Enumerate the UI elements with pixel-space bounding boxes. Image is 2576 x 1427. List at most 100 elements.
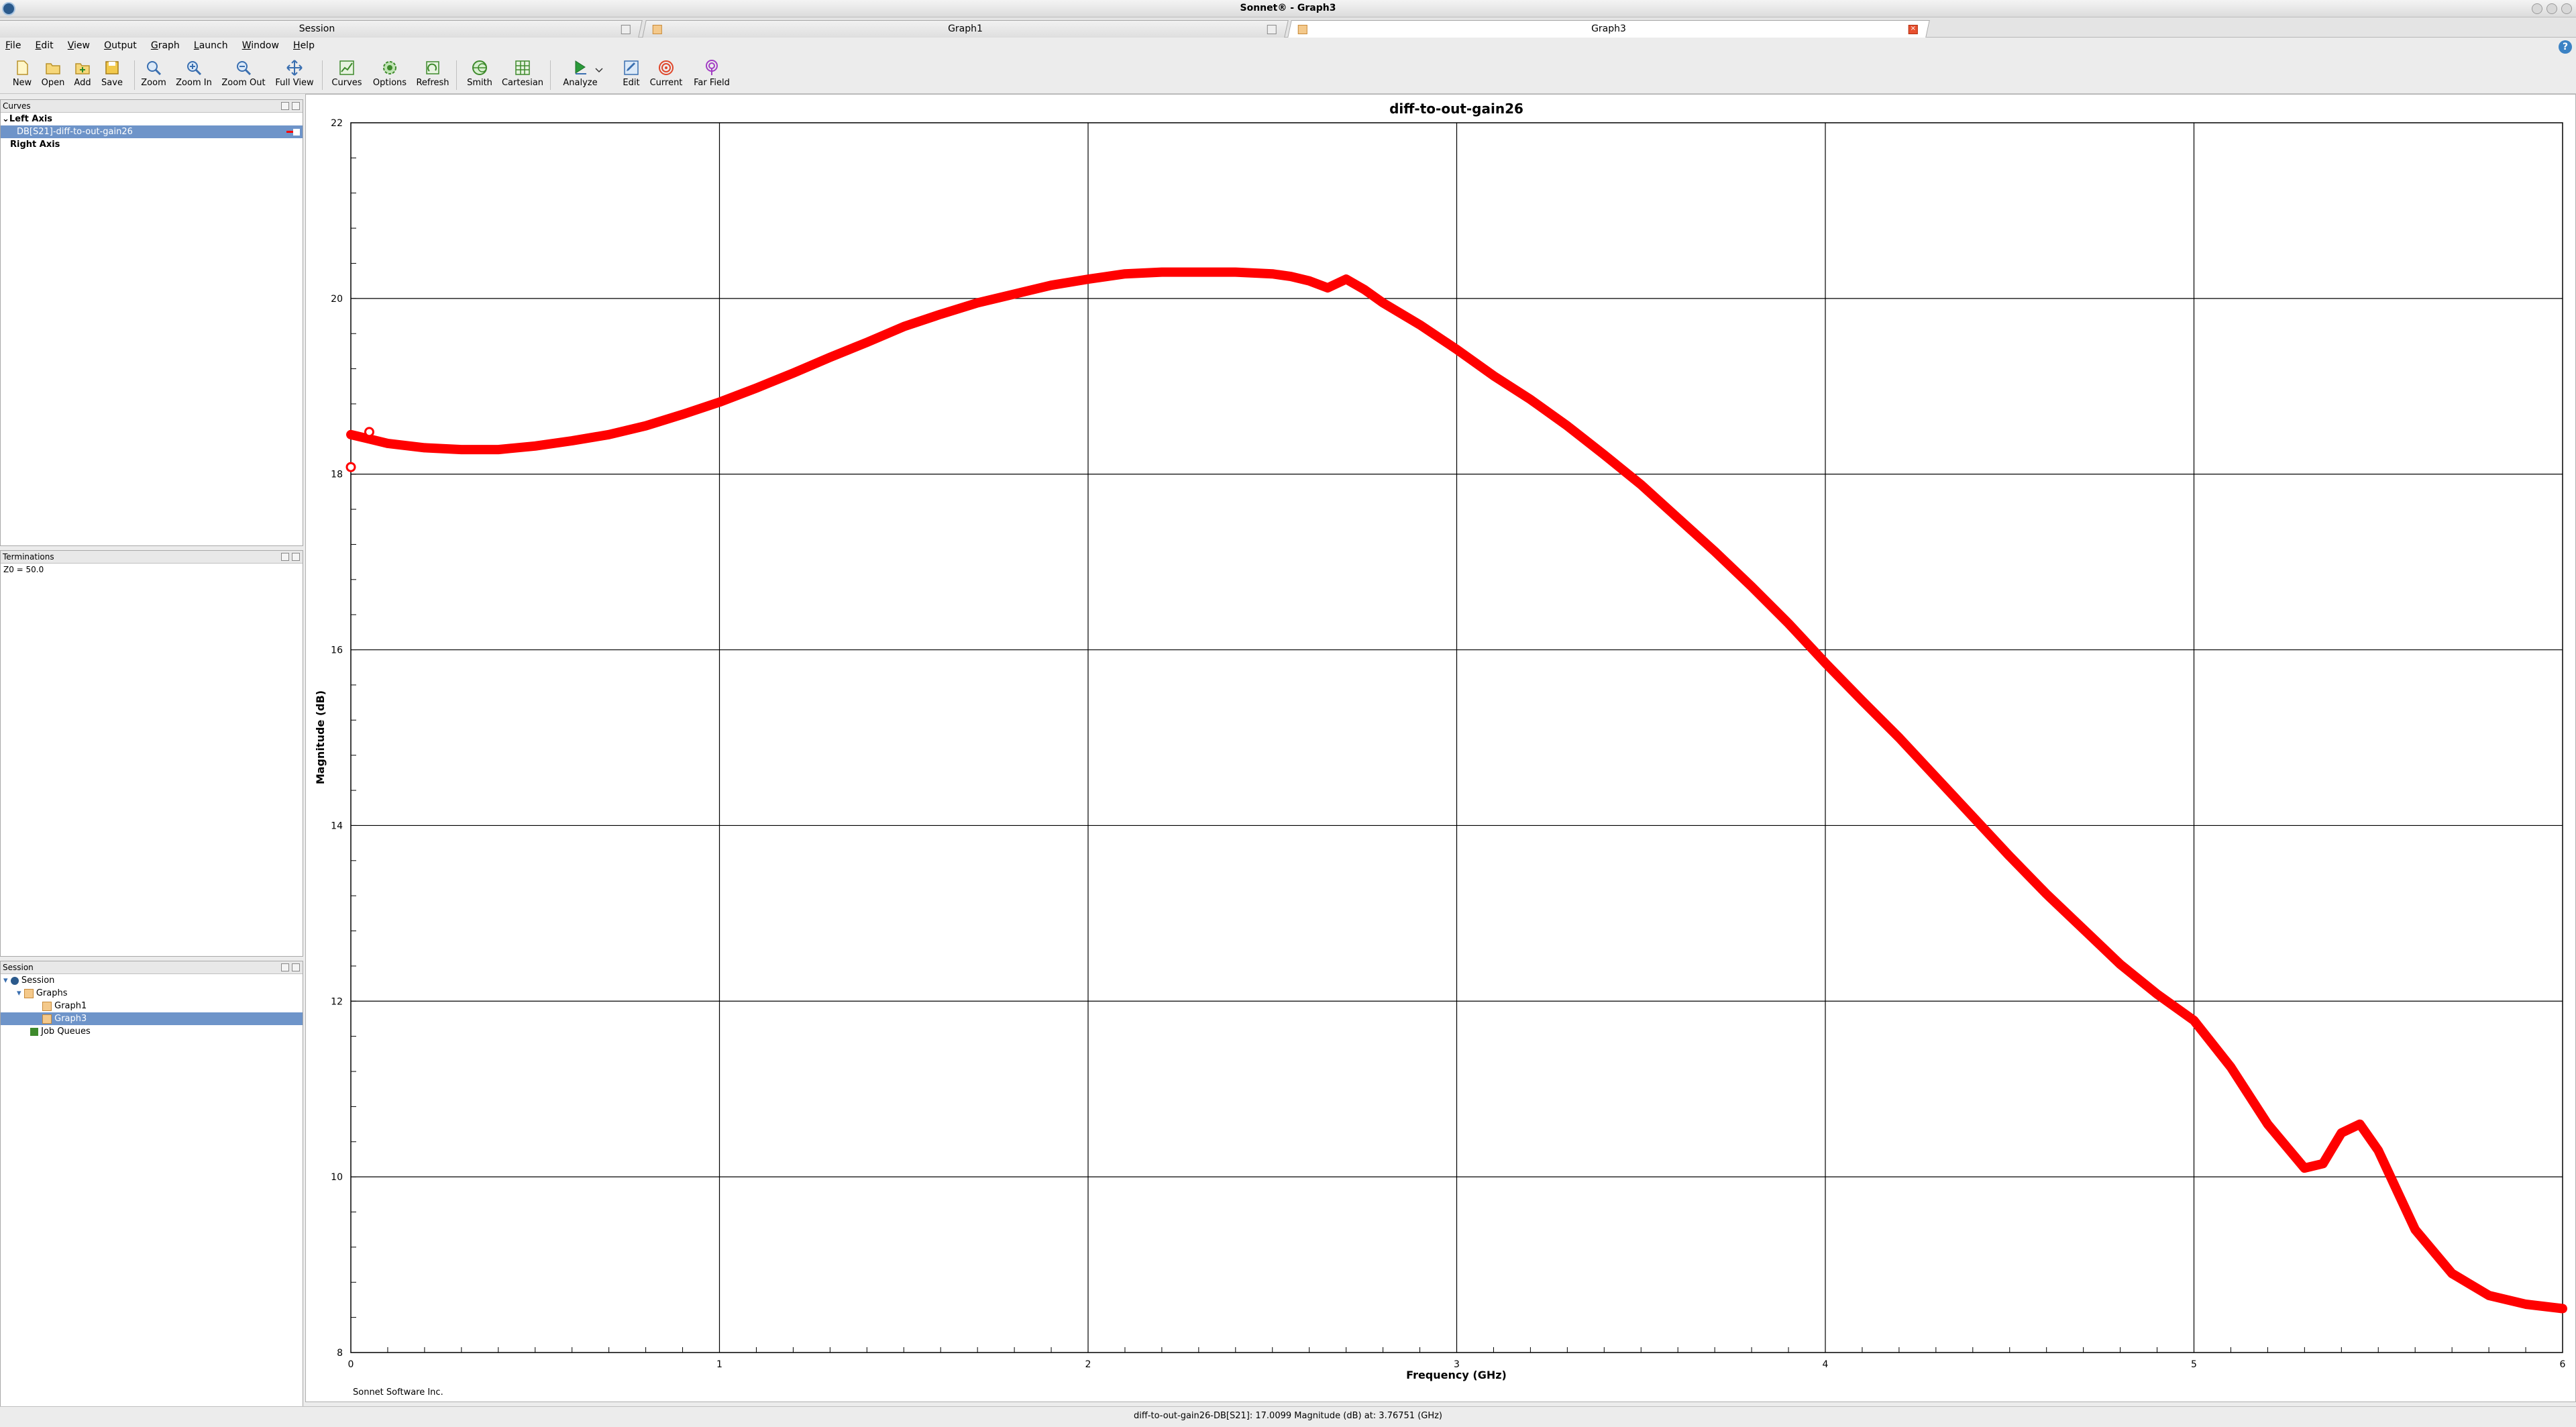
current-spiral-icon [657, 59, 675, 76]
chevron-down-icon[interactable]: ⌄ [2, 114, 9, 124]
left-axis-label: Left Axis [9, 114, 53, 124]
menu-file[interactable]: File [0, 38, 26, 52]
refresh-icon [424, 59, 441, 76]
x-tick-label: 1 [716, 1359, 722, 1370]
data-marker[interactable] [345, 462, 356, 472]
x-tick-label: 0 [348, 1359, 354, 1370]
close-panel-icon[interactable] [292, 963, 300, 971]
data-marker[interactable] [364, 427, 374, 437]
tab-graph3[interactable]: Graph3 × [1287, 20, 1930, 38]
tab-close-icon[interactable] [621, 25, 631, 34]
play-icon [572, 59, 589, 76]
menu-bar: File Edit View Output Graph Launch Windo… [0, 38, 2576, 54]
curves-label: Curves [331, 78, 362, 88]
minimize-button[interactable] [2532, 3, 2542, 14]
tab-label: Graph3 [1591, 23, 1626, 34]
tab-label: Graph1 [948, 23, 983, 34]
chart-title: diff-to-out-gain26 [1389, 101, 1523, 117]
x-tick-label: 2 [1085, 1359, 1091, 1370]
menu-edit[interactable]: Edit [30, 38, 59, 52]
smith-button[interactable]: Smith [458, 59, 502, 88]
zoom-label: Zoom [141, 78, 166, 88]
zoom-in-label: Zoom In [176, 78, 212, 88]
folder-open-icon [44, 59, 62, 76]
full-view-button[interactable]: Full View [272, 59, 317, 88]
gear-icon [381, 59, 398, 76]
session-panel-header: Session [1, 961, 303, 974]
y-tick-label: 14 [331, 821, 343, 831]
y-tick-label: 12 [331, 996, 343, 1007]
far-field-label: Far Field [694, 78, 730, 88]
curve-item[interactable]: DB[S21]-diff-to-out-gain26 [1, 125, 303, 138]
toolbar-separator [322, 60, 323, 90]
chevron-down-icon[interactable]: ▾ [17, 988, 21, 998]
restore-panel-icon[interactable] [281, 102, 289, 110]
cartesian-button[interactable]: Cartesian [500, 59, 545, 88]
graph1-node[interactable]: Graph1 [1, 1000, 303, 1012]
zoom-button[interactable]: Zoom [131, 59, 176, 88]
graph1-node-label: Graph1 [54, 1001, 87, 1011]
footer-text: Sonnet Software Inc. [353, 1387, 443, 1397]
graph-view[interactable]: diff-to-out-gain26 0123456 8 10 12 14 16 18 20… [305, 94, 2576, 1402]
zoom-out-button[interactable]: Zoom Out [221, 59, 266, 88]
save-button[interactable]: Save [90, 59, 134, 88]
tab-label: Session [299, 23, 335, 34]
maximize-button[interactable] [2546, 3, 2557, 14]
curves-panel-title: Curves [3, 101, 31, 111]
menu-help[interactable]: Help [288, 38, 320, 52]
window-title: Sonnet® - Graph3 [1240, 3, 1336, 13]
graphs-node-label: Graphs [36, 988, 68, 998]
job-queue-icon [30, 1027, 38, 1036]
menu-graph[interactable]: Graph [146, 38, 185, 52]
options-button[interactable]: Options [368, 59, 412, 88]
far-field-button[interactable]: Far Field [690, 59, 734, 88]
menu-launch[interactable]: Launch [189, 38, 233, 52]
y-axis-label: Magnitude (dB) [314, 690, 327, 784]
close-panel-icon[interactable] [292, 553, 300, 561]
curve-visibility-checkbox[interactable] [293, 129, 300, 136]
refresh-button[interactable]: Refresh [411, 59, 455, 88]
chevron-down-icon[interactable]: ▾ [3, 975, 8, 986]
tab-close-icon[interactable] [1267, 25, 1277, 34]
terminations-panel-title: Terminations [3, 552, 54, 562]
save-icon [103, 59, 121, 76]
folder-icon [23, 988, 34, 998]
right-axis-node[interactable]: Right Axis [1, 138, 303, 151]
current-button[interactable]: Current [644, 59, 688, 88]
refresh-label: Refresh [416, 78, 449, 88]
tab-graph1[interactable]: Graph1 [642, 20, 1289, 38]
tab-close-icon[interactable]: × [1908, 25, 1918, 34]
menu-window[interactable]: Window [237, 38, 284, 52]
full-view-label: Full View [275, 78, 314, 88]
menu-view[interactable]: View [62, 38, 95, 52]
restore-panel-icon[interactable] [281, 963, 289, 971]
job-queues-node[interactable]: Job Queues [1, 1025, 303, 1038]
tab-session[interactable]: Session [0, 20, 643, 38]
help-icon[interactable]: ? [2559, 40, 2572, 54]
options-label: Options [372, 78, 407, 88]
line-chart[interactable]: diff-to-out-gain26 0123456 8101214161820… [306, 95, 2575, 1402]
curves-button[interactable]: Curves [325, 59, 369, 88]
close-panel-icon[interactable] [292, 102, 300, 110]
graph3-node[interactable]: Graph3 [1, 1012, 303, 1025]
job-queues-label: Job Queues [41, 1026, 91, 1037]
window-title-bar: Sonnet® - Graph3 [0, 0, 2576, 17]
toolbar-separator [550, 60, 551, 90]
curve-color-swatch-icon [286, 131, 293, 133]
zoom-out-label: Zoom Out [221, 78, 266, 88]
curves-icon [338, 59, 356, 76]
session-icon [10, 976, 19, 985]
graphs-node[interactable]: ▾ Graphs [1, 987, 303, 1000]
analyze-dropdown[interactable] [592, 59, 606, 76]
close-window-button[interactable] [2561, 3, 2572, 14]
x-axis-label: Frequency (GHz) [1406, 1369, 1507, 1381]
session-node-label: Session [21, 975, 55, 986]
menu-output[interactable]: Output [99, 38, 142, 52]
chevron-down-icon [594, 59, 604, 76]
left-axis-node[interactable]: ⌄Left Axis [1, 113, 303, 125]
session-node[interactable]: ▾ Session [1, 974, 303, 987]
restore-panel-icon[interactable] [281, 553, 289, 561]
toolbar-separator [456, 60, 457, 90]
zoom-in-button[interactable]: Zoom In [172, 59, 216, 88]
graph-icon [42, 1014, 52, 1024]
